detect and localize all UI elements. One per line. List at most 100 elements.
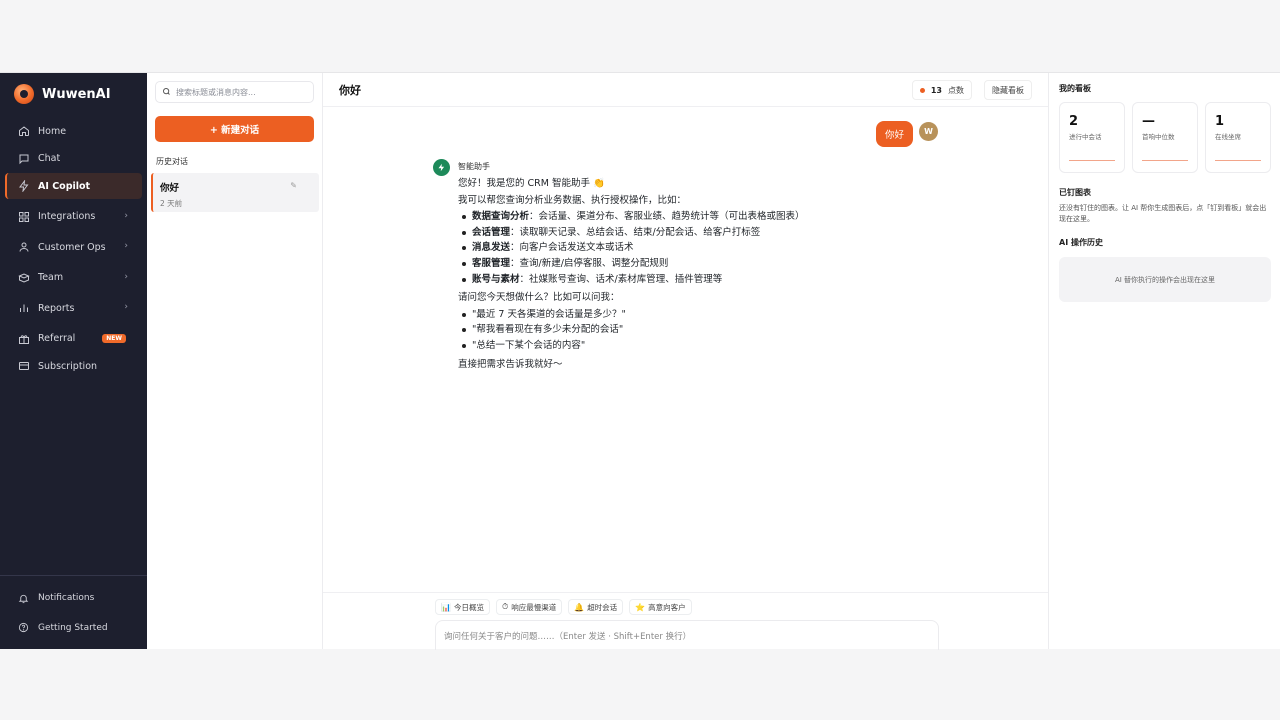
assistant-bolt-icon [433, 159, 450, 176]
edit-icon[interactable]: ✎ [290, 181, 297, 190]
new-badge: NEW [102, 333, 126, 343]
stat-label: 在线坐席 [1215, 133, 1241, 141]
search-icon [162, 87, 171, 98]
nav-item-home[interactable]: Home [5, 118, 142, 144]
stat-cards: 2 进行中会话 — 首响中位数 1 在线坐席 [1059, 102, 1271, 173]
team-icon [17, 271, 30, 284]
nav-label: Chat [38, 153, 61, 164]
nav-item-getting-started[interactable]: Getting Started [5, 614, 142, 642]
hide-board-button[interactable]: 隐藏看板 [984, 80, 1032, 100]
nav-label: Notifications [38, 593, 95, 603]
history-section-label: 历史对话 [156, 157, 188, 166]
chip-timeout-sessions[interactable]: 🔔 超时会话 [568, 599, 624, 615]
history-search[interactable]: 搜索标题或消息内容... [155, 81, 314, 103]
nav-label: Customer Ops [38, 241, 106, 253]
nav-label: Reports [38, 302, 75, 314]
nav-label: AI Copilot [38, 180, 91, 192]
chip-high-intent-customers[interactable]: ⭐ 高意向客户 [629, 599, 692, 615]
composer: 📊 今日概览 ⏱ 响应最慢渠道 🔔 超时会话 ⭐ 高意向客户 询问任何关于客户的问题……… [323, 592, 1048, 650]
points-dot-icon [919, 87, 925, 93]
history-item-date: 2 天前 [160, 199, 183, 208]
user-icon [17, 241, 30, 254]
stat-bar [1069, 160, 1115, 161]
list-item: "帮我看看现在有多少未分配的会话" [461, 322, 858, 338]
bell-icon: 🔔 [574, 602, 585, 612]
stat-card[interactable]: — 首响中位数 [1132, 102, 1198, 173]
assistant-intro: 您好！我是您的 CRM 智能助手 👏 [458, 178, 605, 189]
chat-main: 你好 13 点数 隐藏看板 你好 W 智能助手 您好！我是您的 CRM 智能助手… [323, 73, 1049, 650]
list-item: 消息发送：向客户会话发送文本或话术 [461, 240, 858, 256]
list-item: 账号与素材：社媒账号查询、话术/素材库管理、插件管理等 [461, 272, 858, 288]
ai-ops-title: AI 操作历史 [1059, 238, 1103, 247]
stat-bar [1142, 160, 1188, 161]
nav-label: Home [38, 125, 67, 137]
points-value: 13 [930, 85, 942, 95]
stat-value: 2 [1069, 114, 1079, 129]
nav-item-subscription[interactable]: Subscription [5, 353, 142, 379]
main-nav: Home Chat AI Copilot Integrations › Cust… [0, 118, 147, 379]
history-item[interactable]: 你好 2 天前 ✎ [151, 173, 319, 212]
nav-label: Referral [38, 333, 76, 344]
assistant-closing: 直接把需求告诉我就好～ [458, 358, 563, 370]
assistant-message-body: 您好！我是您的 CRM 智能助手 👏 我可以帮您查询分析业务数据、执行授权操作，… [458, 175, 858, 373]
chevron-right-icon: › [124, 302, 128, 312]
nav-label: Team [38, 272, 64, 283]
search-input[interactable]: 搜索标题或消息内容... [176, 87, 256, 98]
quick-prompts: 📊 今日概览 ⏱ 响应最慢渠道 🔔 超时会话 ⭐ 高意向客户 [435, 599, 692, 615]
avatar: W [919, 122, 938, 141]
logo-icon [14, 84, 34, 104]
new-chat-button[interactable]: + 新建对话 [155, 116, 314, 142]
stat-label: 进行中会话 [1069, 133, 1102, 141]
chat-icon [17, 152, 30, 165]
points-badge[interactable]: 13 点数 [911, 80, 972, 100]
star-icon: ⭐ [635, 602, 646, 612]
list-item: "总结一下某个会话的内容" [461, 338, 858, 354]
nav-item-customer-ops[interactable]: Customer Ops › [5, 234, 142, 260]
assistant-name: 智能助手 [458, 162, 490, 171]
nav-label: Subscription [38, 360, 98, 372]
chevron-right-icon: › [124, 241, 128, 251]
user-message: 你好 [876, 121, 914, 147]
ai-ops-empty: AI 替你执行的操作会出现在这里 [1059, 257, 1271, 302]
home-icon [17, 125, 30, 138]
history-item-title: 你好 [160, 183, 180, 194]
pinned-charts-empty: 还没有钉住的图表。让 AI 帮你生成图表后，点「钉到看板」就会出现在这里。 [1059, 204, 1267, 223]
dashboard-panel: 我的看板 2 进行中会话 — 首响中位数 1 在线坐席 已钉图表 还没有钉住的图… [1049, 73, 1280, 649]
bar-chart-icon: 📊 [441, 602, 451, 612]
board-title: 我的看板 [1059, 84, 1091, 93]
nav-item-notifications[interactable]: Notifications [5, 584, 142, 612]
gift-icon [17, 332, 30, 345]
stat-card[interactable]: 2 进行中会话 [1059, 102, 1125, 173]
nav-item-reports[interactable]: Reports › [5, 295, 142, 321]
example-list: "最近 7 天各渠道的会话量是多少？" "帮我看看现在有多少未分配的会话" "总… [458, 307, 858, 354]
brand-name: WuwenAI [42, 86, 111, 102]
nav-item-team[interactable]: Team › [5, 265, 142, 291]
chevron-right-icon: › [124, 210, 128, 221]
list-item: "最近 7 天各渠道的会话量是多少？" [461, 307, 858, 323]
bell-icon [17, 592, 30, 605]
nav-item-referral[interactable]: Referral NEW [5, 326, 142, 352]
ask-lead: 请问您今天想做什么？比如可以问我： [458, 292, 620, 304]
grid-icon [17, 210, 30, 223]
brand[interactable]: WuwenAI [0, 74, 147, 114]
stat-card[interactable]: 1 在线坐席 [1205, 102, 1271, 173]
stat-value: 1 [1215, 114, 1225, 129]
nav-item-chat[interactable]: Chat [5, 146, 142, 172]
stat-bar [1215, 160, 1261, 161]
list-item: 会话管理：读取聊天记录、总结会话、结束/分配会话、给客户打标签 [461, 225, 858, 241]
help-icon [17, 621, 30, 634]
nav-item-ai-copilot[interactable]: AI Copilot [5, 173, 142, 199]
chip-today-overview[interactable]: 📊 今日概览 [435, 599, 490, 615]
sidebar-footer: Notifications Getting Started [0, 575, 147, 649]
app-window: WuwenAI Home Chat AI Copilot Integration… [0, 72, 1280, 650]
nav-item-integrations[interactable]: Integrations › [5, 204, 142, 230]
chip-slowest-channel[interactable]: ⏱ 响应最慢渠道 [495, 599, 563, 615]
message-input[interactable]: 询问任何关于客户的问题……（Enter 发送 · Shift+Enter 换行） [435, 620, 939, 650]
nav-label: Getting Started [38, 622, 108, 633]
points-label: 点数 [948, 85, 964, 95]
stat-value: — [1142, 114, 1155, 129]
pinned-charts-title: 已钉图表 [1059, 188, 1091, 197]
list-item: 数据查询分析：会话量、渠道分布、客服业绩、趋势统计等（可出表格或图表） [461, 209, 858, 225]
chevron-right-icon: › [124, 271, 128, 282]
chart-icon [17, 302, 30, 315]
